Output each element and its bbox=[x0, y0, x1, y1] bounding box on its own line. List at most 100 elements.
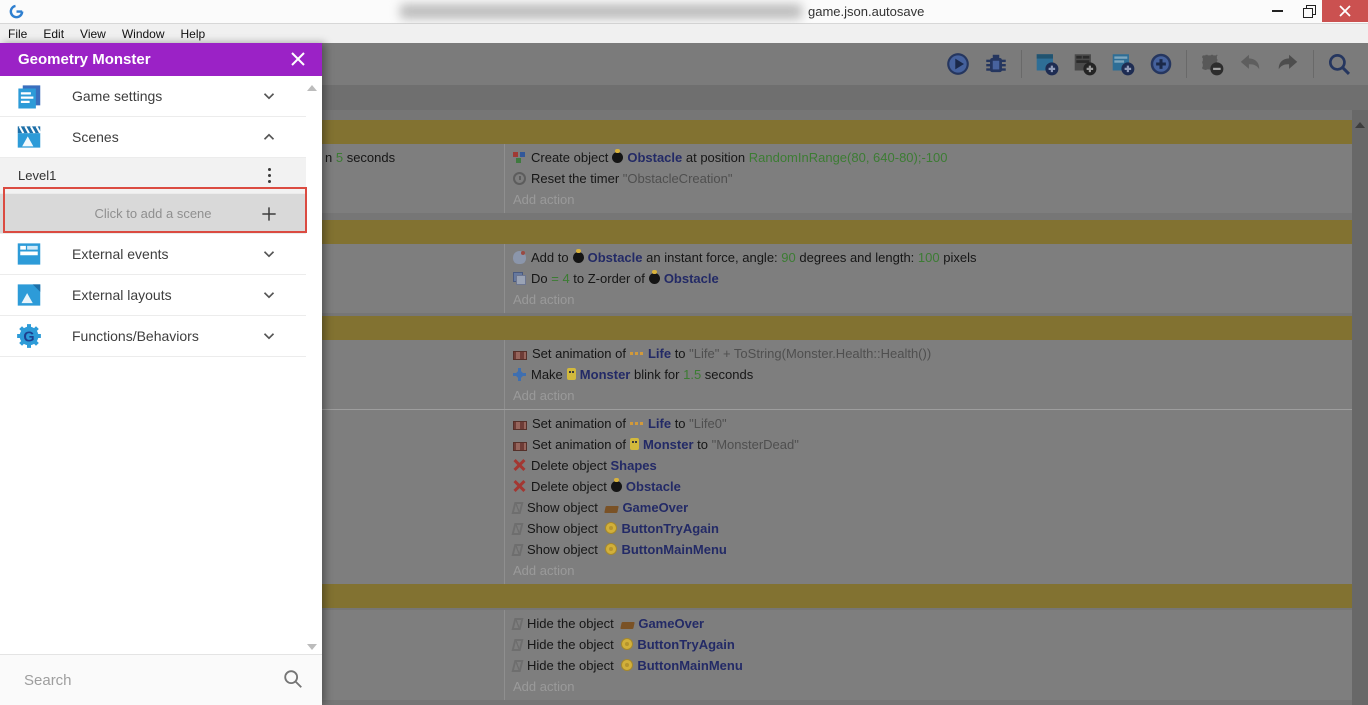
action-text: seconds bbox=[701, 367, 754, 382]
search-input[interactable] bbox=[22, 670, 266, 690]
action-text: Delete object bbox=[531, 458, 611, 473]
close-button[interactable] bbox=[1322, 0, 1368, 22]
drawer-item-external-events[interactable]: External events bbox=[0, 234, 306, 275]
action-line[interactable]: Hide the object ButtonTryAgain bbox=[511, 634, 1352, 655]
action-line[interactable]: Do = 4 to Z-order of Obstacle bbox=[513, 268, 1352, 289]
menu-item-view[interactable]: View bbox=[72, 27, 114, 41]
conditions-cell[interactable] bbox=[322, 244, 505, 313]
kebab-menu-icon[interactable] bbox=[258, 165, 280, 187]
scroll-up-icon[interactable] bbox=[1355, 122, 1365, 128]
action-line[interactable]: Set animation of Life to "Life0" bbox=[513, 413, 1352, 434]
action-text: Hide the object bbox=[527, 616, 618, 631]
remove-scene-button[interactable] bbox=[1198, 50, 1226, 78]
action-text: Show object bbox=[527, 521, 602, 536]
action-line[interactable]: Show object ButtonTryAgain bbox=[511, 518, 1352, 539]
condition-text: n bbox=[325, 150, 336, 165]
action-line[interactable]: Add to Obstacle an instant force, angle: … bbox=[513, 247, 1352, 268]
action-text: at position bbox=[682, 150, 749, 165]
chevron-up-icon[interactable] bbox=[258, 126, 280, 148]
blurred-window-title bbox=[400, 4, 802, 19]
action-line[interactable]: Reset the timer "ObstacleCreation" bbox=[513, 168, 1352, 189]
add-action-button[interactable]: Add action bbox=[513, 560, 1352, 581]
chevron-down-icon[interactable] bbox=[258, 85, 280, 107]
game-settings-icon bbox=[14, 81, 44, 111]
drawer-item-external-layouts[interactable]: External layouts bbox=[0, 275, 306, 316]
action-line[interactable]: Set animation of Life to "Life" + ToStrin… bbox=[513, 343, 1352, 364]
drawer-close-icon[interactable] bbox=[288, 49, 308, 69]
action-line[interactable]: Set animation of Monster to "MonsterDead" bbox=[513, 434, 1352, 455]
event-group-header[interactable] bbox=[322, 316, 1352, 340]
chevron-down-icon[interactable] bbox=[258, 325, 280, 347]
drawer-item-game-settings[interactable]: Game settings bbox=[0, 76, 306, 117]
menu-item-file[interactable]: File bbox=[0, 27, 35, 41]
action-text: ButtonMainMenu bbox=[621, 542, 727, 557]
drawer-scroll-down-icon[interactable] bbox=[307, 644, 317, 650]
add-external-events-icon bbox=[1074, 54, 1097, 76]
play-button[interactable] bbox=[944, 50, 972, 78]
add-action-button[interactable]: Add action bbox=[513, 385, 1352, 406]
action-line[interactable]: Hide the object GameOver bbox=[511, 613, 1352, 634]
action-text: RandomInRange(80, 640-80);-100 bbox=[748, 150, 948, 165]
animation-icon bbox=[513, 442, 527, 451]
drawer-scroll-up-icon[interactable] bbox=[307, 85, 317, 91]
event-row: Hide the object GameOver Hide the object … bbox=[322, 610, 1352, 700]
action-line[interactable]: Show object GameOver bbox=[511, 497, 1352, 518]
add-external-layout-button[interactable] bbox=[1109, 50, 1137, 78]
redo-button[interactable] bbox=[1274, 50, 1302, 78]
chevron-down-icon[interactable] bbox=[258, 284, 280, 306]
chevron-down-icon[interactable] bbox=[258, 243, 280, 265]
events-scrollbar[interactable] bbox=[1352, 110, 1368, 705]
life-object-icon bbox=[629, 417, 644, 429]
action-text: 100 bbox=[917, 250, 940, 265]
button-object-icon bbox=[621, 638, 634, 650]
drawer-item-functions-behaviors[interactable]: G Functions/Behaviors bbox=[0, 316, 306, 357]
conditions-cell[interactable]: n 5 seconds bbox=[322, 144, 505, 213]
action-text: GameOver bbox=[638, 616, 705, 631]
create-object-icon bbox=[513, 151, 526, 164]
add-action-button[interactable]: Add action bbox=[513, 189, 1352, 210]
menu-item-edit[interactable]: Edit bbox=[35, 27, 72, 41]
action-text: Show object bbox=[527, 542, 602, 557]
debug-button[interactable] bbox=[982, 50, 1010, 78]
drawer-item-scenes[interactable]: Scenes bbox=[0, 117, 306, 158]
show-icon bbox=[511, 502, 524, 514]
action-text: Show object bbox=[527, 500, 602, 515]
add-action-button[interactable]: Add action bbox=[513, 289, 1352, 310]
action-line[interactable]: Create object Obstacle at position Random… bbox=[513, 147, 1352, 168]
drawer-item-level1[interactable]: Level1 bbox=[0, 158, 306, 194]
menu-item-window[interactable]: Window bbox=[114, 27, 173, 41]
search-icon bbox=[1328, 53, 1351, 76]
add-action-button[interactable]: Add action bbox=[513, 676, 1352, 697]
action-line[interactable]: Delete object Shapes bbox=[513, 455, 1352, 476]
add-function-button[interactable] bbox=[1147, 50, 1175, 78]
restore-button[interactable] bbox=[1294, 0, 1324, 22]
drawer-item-click-to-add-a-scene[interactable]: Click to add a scene bbox=[0, 194, 306, 234]
minimize-button[interactable] bbox=[1262, 0, 1292, 22]
menu-item-help[interactable]: Help bbox=[173, 27, 214, 41]
event-group-header[interactable] bbox=[322, 220, 1352, 244]
event-group-header[interactable] bbox=[322, 120, 1352, 144]
redo-icon bbox=[1278, 54, 1298, 70]
hide-icon bbox=[511, 660, 524, 672]
actions-cell: Hide the object GameOver Hide the object … bbox=[505, 610, 1352, 700]
conditions-cell[interactable] bbox=[322, 410, 505, 584]
conditions-cell[interactable] bbox=[322, 340, 505, 409]
action-text: GameOver bbox=[622, 500, 689, 515]
actions-cell: Add to Obstacle an instant force, angle: … bbox=[505, 244, 1352, 313]
title-bar: game.json.autosave bbox=[0, 0, 1368, 24]
conditions-cell[interactable] bbox=[322, 610, 505, 700]
action-text: "Life0" bbox=[689, 416, 727, 431]
actions-cell: Set animation of Life to "Life" + ToStrin… bbox=[505, 340, 1352, 409]
condition-text: 5 bbox=[335, 150, 344, 165]
action-line[interactable]: Delete object Obstacle bbox=[513, 476, 1352, 497]
add-external-events-button[interactable] bbox=[1071, 50, 1099, 78]
event-group-header[interactable] bbox=[322, 584, 1352, 608]
search-button[interactable] bbox=[1325, 50, 1353, 78]
action-line[interactable]: Make Monster blink for 1.5 seconds bbox=[513, 364, 1352, 385]
undo-button[interactable] bbox=[1236, 50, 1264, 78]
add-scene-button[interactable] bbox=[1033, 50, 1061, 78]
action-line[interactable]: Show object ButtonMainMenu bbox=[511, 539, 1352, 560]
remove-scene-icon bbox=[1201, 54, 1224, 76]
plus-icon[interactable] bbox=[258, 203, 280, 225]
action-line[interactable]: Hide the object ButtonMainMenu bbox=[511, 655, 1352, 676]
